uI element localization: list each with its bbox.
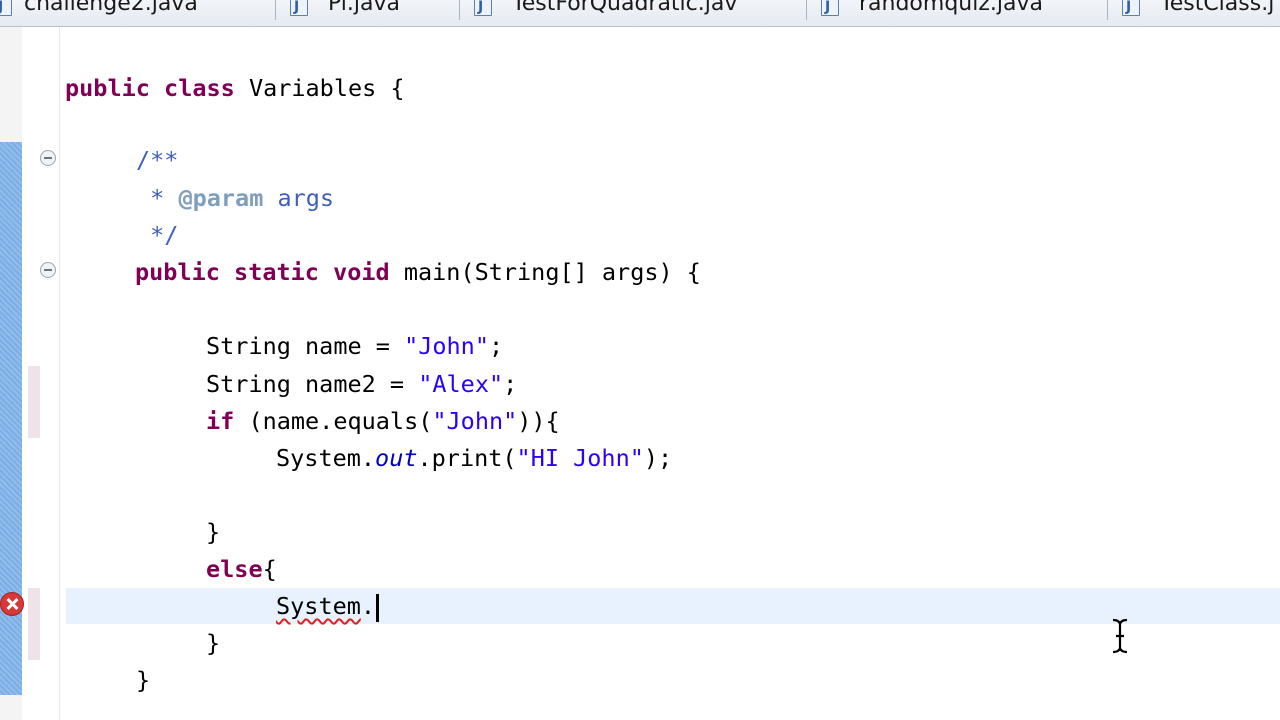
string-literal: "John" [432,407,518,435]
keyword: public [135,258,220,286]
code-text: System. [276,444,376,472]
tab-label: Pi.java [328,0,400,16]
code-line-name-decl: String name = "John"; [206,328,503,364]
code-text: Variables { [234,74,405,102]
code-text: ; [503,370,518,398]
quick-diff-marker [28,588,40,660]
fold-collapse-icon[interactable] [40,150,56,166]
code-line-method-close: } [136,666,151,694]
javadoc-star: * [136,184,179,212]
keyword: void [333,258,390,286]
java-file-icon [474,0,492,20]
keyword: else [206,555,263,583]
code-text: . [360,592,376,620]
tab-challenge2[interactable]: challenge2.java [0,0,276,20]
code-line-else-close: } [206,629,221,657]
keyword: static [234,258,319,286]
editor-tab-bar: challenge2.java Pi.java TestForQuadratic… [0,0,1280,27]
keyword: if [206,407,235,435]
error-token: System [276,592,361,620]
eclipse-java-editor: challenge2.java Pi.java TestForQuadratic… [0,0,1280,720]
code-line-class-decl: public class Variables { [65,70,405,106]
tab-label: TestForQuadratic.jav [512,0,738,16]
quick-diff-marker [28,366,40,438]
java-file-icon [1122,0,1140,20]
code-line-if: if (name.equals("John")){ [206,403,560,439]
javadoc-tag: @param [178,184,264,212]
tab-pi[interactable]: Pi.java [276,0,460,20]
text-caret [376,593,380,622]
static-field: out [375,444,418,472]
tab-testclass[interactable]: TestClass.j [1108,0,1280,20]
tab-randomquiz[interactable]: randomquiz.java [807,0,1108,20]
tab-label: TestClass.j [1160,0,1275,16]
text-cursor-icon [1112,618,1128,654]
java-file-icon [290,0,308,20]
tab-label: randomquiz.java [859,0,1043,16]
code-line-else: else{ [206,551,277,587]
code-line-print: System.out.print("HI John"); [276,440,672,476]
code-line-name2-decl: String name2 = "Alex"; [206,366,517,402]
tab-testforquadratic[interactable]: TestForQuadratic.jav [460,0,807,20]
gutter-divider [59,27,60,720]
code-line-current: System. [276,588,380,624]
javadoc-param-line: * @param args [136,180,334,216]
code-text: (name.equals( [234,407,433,435]
code-text: ; [488,332,504,360]
fold-collapse-icon[interactable] [40,262,56,278]
error-icon[interactable] [0,592,24,616]
code-text: { [262,555,277,583]
code-text: .print( [417,444,517,472]
keyword: public [65,74,150,102]
code-line-main-decl: public static void main(String[] args) { [135,254,701,290]
keyword: class [164,74,235,102]
code-text: String name2 = [206,370,419,398]
code-text: main(String[] args) { [389,258,701,286]
code-text: ); [643,444,673,472]
code-line-if-close: } [206,518,221,546]
string-literal: "HI John" [516,444,644,472]
tab-label: challenge2.java [24,0,198,16]
java-file-icon [0,0,12,20]
java-file-icon [821,0,839,20]
javadoc-close: */ [136,221,179,249]
current-line-highlight [66,588,1280,624]
string-literal: "Alex" [418,370,504,398]
string-literal: "John" [404,332,489,360]
code-text: String name = [206,332,405,360]
javadoc-open: /** [136,146,179,174]
javadoc-text: args [263,184,335,212]
code-text: )){ [517,407,560,435]
